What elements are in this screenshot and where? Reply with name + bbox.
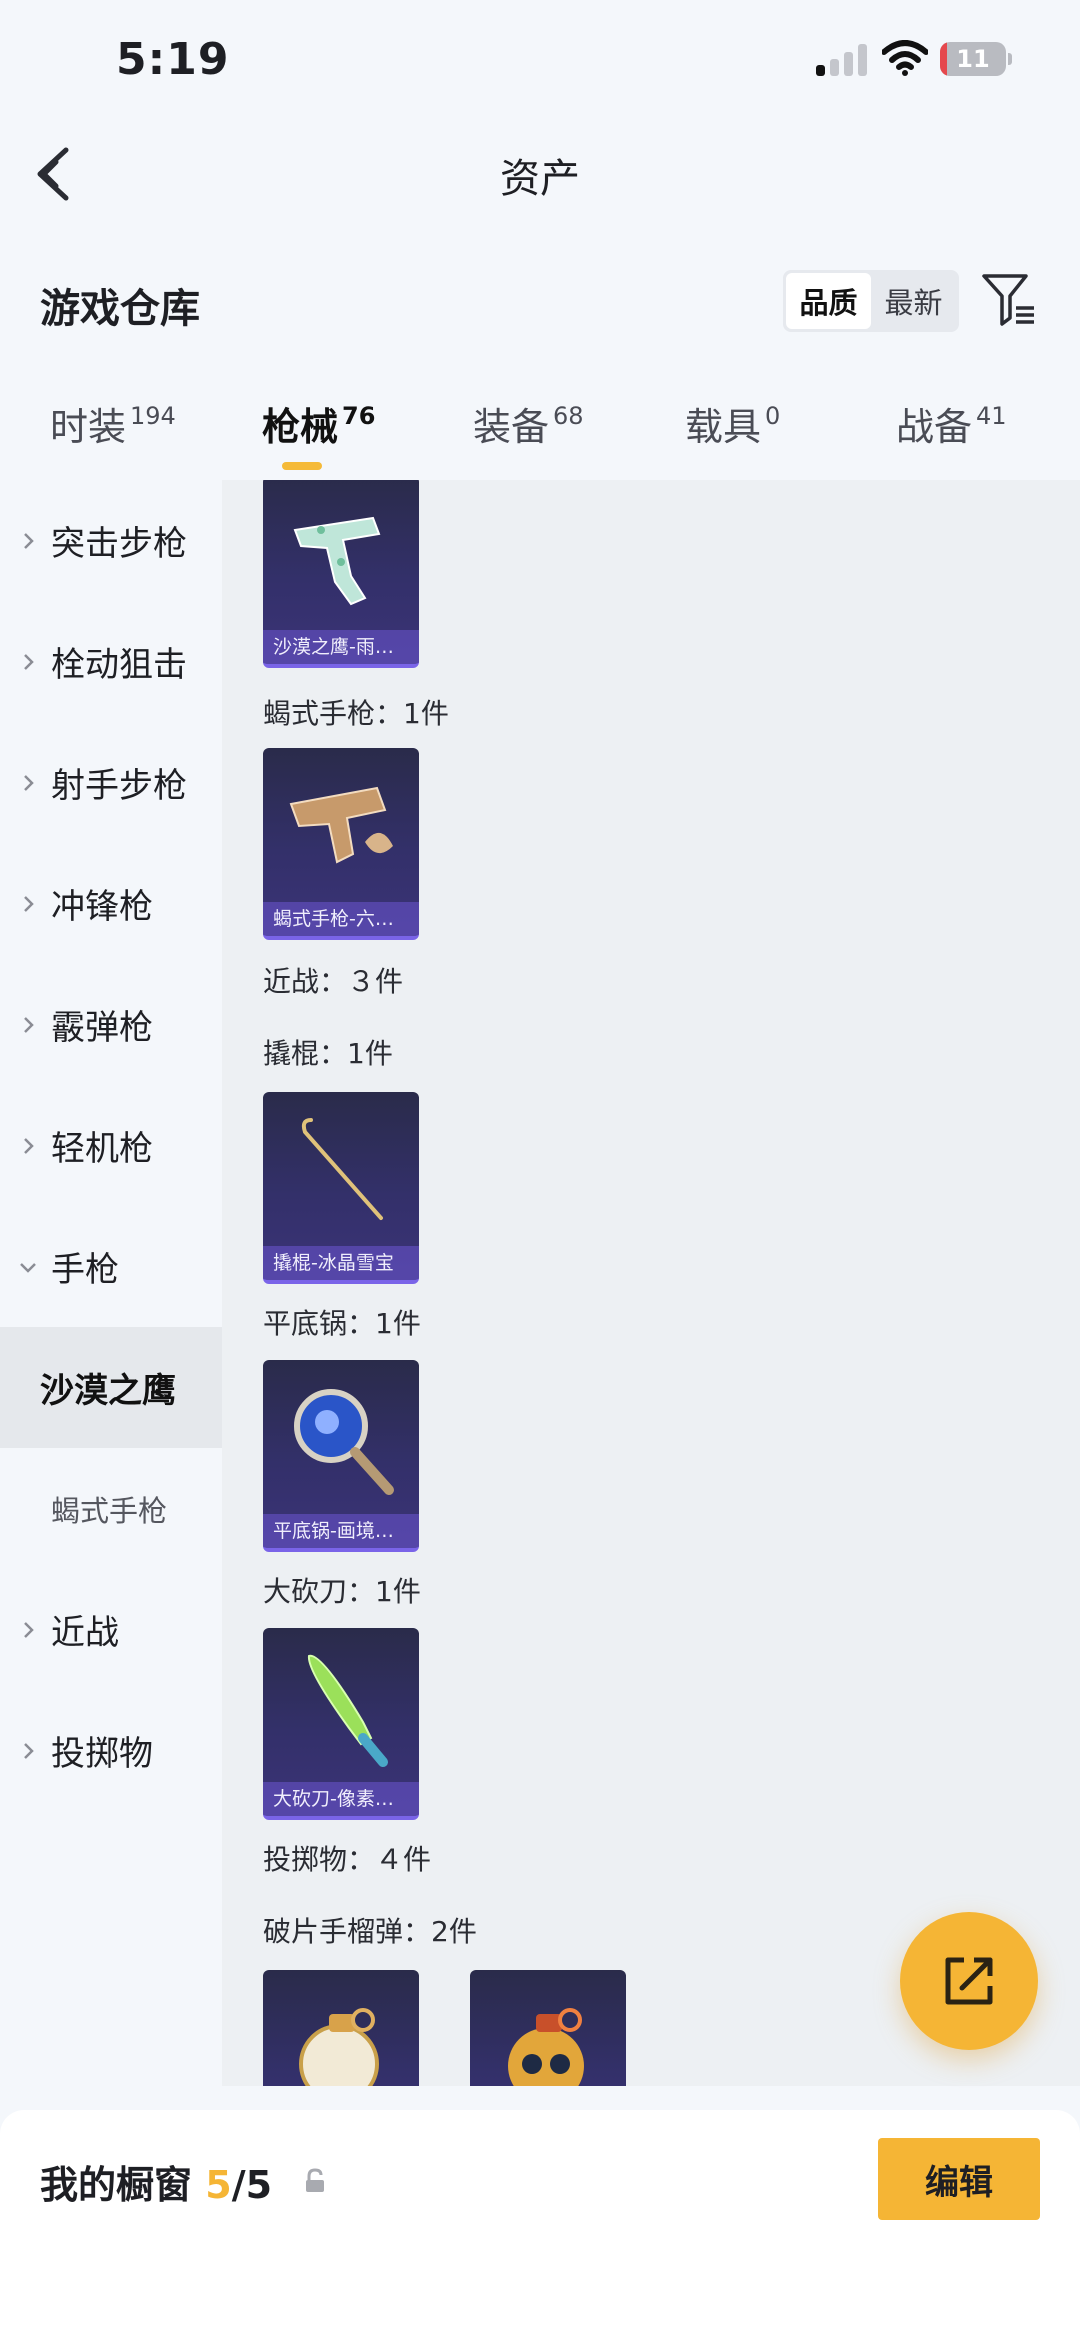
sidebar-item-pistol[interactable]: 手枪	[0, 1206, 222, 1327]
sidebar-item-shotgun[interactable]: 霰弹枪	[0, 964, 222, 1085]
tab-supplies[interactable]: 战备 41	[896, 396, 1007, 451]
chevron-right-icon	[24, 653, 34, 670]
warehouse-title: 游戏仓库	[40, 286, 200, 332]
item-card-caption: 沙漠之鹰-雨林蝶影	[263, 630, 419, 664]
battery-level: 11	[956, 45, 990, 73]
group-label-scorpion: 蝎式手枪：1件	[263, 697, 449, 730]
group-label-pan: 平底锅：1件	[263, 1307, 421, 1340]
signal-icon	[816, 44, 868, 76]
filter-icon[interactable]	[980, 272, 1038, 328]
item-card-machete[interactable]: 大砍刀-像素绿刃	[263, 1628, 419, 1820]
showcase-count-total: 5	[245, 2163, 273, 2207]
item-card-desert-eagle[interactable]: 沙漠之鹰-雨林蝶影	[263, 480, 419, 668]
grenade-skin-image	[508, 2008, 584, 2086]
lock-icon	[306, 2168, 324, 2192]
share-button[interactable]	[900, 1912, 1038, 2050]
sidebar-item-throwables[interactable]: 投掷物	[0, 1690, 222, 1811]
sort-toggle: 品质 最新	[783, 270, 959, 332]
group-label-machete: 大砍刀：1件	[263, 1575, 421, 1608]
group-label-frag-grenade: 破片手榴弹：2件	[263, 1915, 477, 1948]
status-time: 5:19	[116, 34, 230, 85]
tab-fashion[interactable]: 时装 194	[50, 396, 176, 451]
pistol-skin-image	[289, 786, 393, 864]
chevron-right-icon	[24, 774, 34, 791]
wifi-icon	[882, 40, 928, 76]
group-label-throwables: 投掷物：４件	[263, 1843, 432, 1876]
sort-option-newest[interactable]: 最新	[871, 273, 956, 329]
chevron-down-icon	[20, 1262, 36, 1273]
showcase-bar: 我的橱窗 5/5 编辑	[0, 2110, 1080, 2337]
chevron-right-icon	[24, 1016, 34, 1033]
chevron-right-icon	[24, 532, 34, 549]
tab-firearms[interactable]: 枪械 76	[262, 396, 375, 451]
page-title: 资产	[500, 156, 580, 202]
group-label-crowbar: 撬棍：1件	[263, 1037, 393, 1070]
tab-vehicles[interactable]: 载具 0	[685, 396, 780, 451]
showcase-title: 我的橱窗 5/5	[40, 2163, 273, 2207]
chevron-right-icon	[24, 1621, 34, 1638]
item-card-caption: 平底锅-画境星辰	[263, 1514, 419, 1548]
sidebar-item-smg[interactable]: 冲锋枪	[0, 843, 222, 964]
sidebar-item-desert-eagle[interactable]: 沙漠之鹰	[0, 1327, 222, 1448]
sort-option-quality[interactable]: 品质	[786, 273, 871, 329]
pistol-skin-image	[293, 516, 381, 606]
share-icon	[945, 1957, 993, 2005]
item-card-crowbar[interactable]: 撬棍-冰晶雪宝	[263, 1092, 419, 1284]
item-list[interactable]: 沙漠之鹰-雨林蝶影 蝎式手枪：1件 蝎式手枪-六翼天使 近战：３件 撬棍：1件 …	[222, 480, 1080, 2086]
active-tab-indicator	[282, 462, 322, 470]
sidebar-item-melee[interactable]: 近战	[0, 1569, 222, 1690]
sidebar-item-assault-rifle[interactable]: 突击步枪	[0, 480, 222, 601]
chevron-right-icon	[24, 1742, 34, 1759]
item-card-caption: 撬棍-冰晶雪宝	[263, 1246, 419, 1280]
chevron-right-icon	[24, 1137, 34, 1154]
sidebar-item-scorpion-pistol[interactable]: 蝎式手枪	[0, 1448, 222, 1569]
group-label-melee: 近战：３件	[263, 965, 404, 998]
category-tabs: 时装 194 枪械 76 装备 68 载具 0 战备 41	[0, 396, 1080, 476]
item-card-grenade-1[interactable]	[263, 1970, 419, 2086]
edit-button[interactable]: 编辑	[878, 2138, 1040, 2220]
machete-skin-image	[307, 1654, 388, 1767]
item-card-pan[interactable]: 平底锅-画境星辰	[263, 1360, 419, 1552]
sidebar-item-bolt-sniper[interactable]: 栓动狙击	[0, 601, 222, 722]
showcase-count-current: 5	[205, 2163, 232, 2207]
weapon-category-sidebar: 突击步枪 栓动狙击 射手步枪 冲锋枪 霰弹枪 轻机枪 手枪 沙漠之鹰 蝎式手枪 …	[0, 480, 222, 2086]
crowbar-skin-image	[301, 1118, 383, 1220]
tab-equipment[interactable]: 装备 68	[473, 396, 584, 451]
grenade-skin-image	[299, 2008, 379, 2086]
item-card-grenade-2[interactable]	[470, 1970, 626, 2086]
pan-skin-image	[294, 1389, 394, 1495]
item-card-caption: 蝎式手枪-六翼天使	[263, 902, 419, 936]
battery-icon: 11	[940, 42, 1012, 76]
item-card-scorpion[interactable]: 蝎式手枪-六翼天使	[263, 748, 419, 940]
sidebar-item-lmg[interactable]: 轻机枪	[0, 1085, 222, 1206]
sidebar-item-marksman-rifle[interactable]: 射手步枪	[0, 722, 222, 843]
item-card-caption: 大砍刀-像素绿刃	[263, 1782, 419, 1816]
chevron-right-icon	[24, 895, 34, 912]
